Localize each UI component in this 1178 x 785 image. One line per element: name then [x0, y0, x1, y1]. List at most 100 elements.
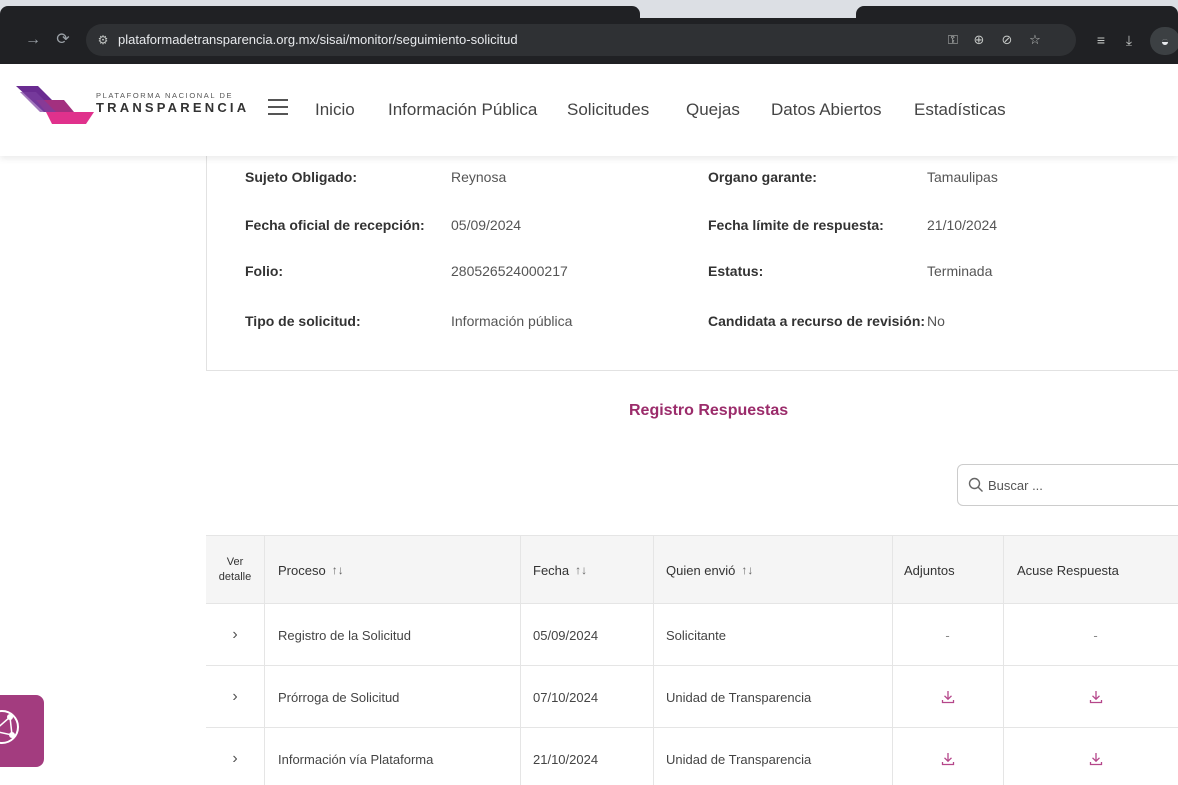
nav-estadisticas[interactable]: Estadísticas	[914, 100, 1006, 120]
header-adjuntos: Adjuntos	[904, 536, 1004, 604]
search-input[interactable]	[988, 473, 1168, 497]
browser-tab[interactable]	[0, 6, 640, 18]
nav-quejas[interactable]: Quejas	[686, 100, 740, 120]
download-icon[interactable]	[1089, 690, 1103, 704]
incognito-icon[interactable]: ◒	[1150, 27, 1178, 55]
chevron-right-icon[interactable]: ›	[206, 728, 264, 785]
reload-icon[interactable]: ⟳	[52, 29, 74, 51]
sujeto-obligado-label: Sujeto Obligado:	[245, 169, 357, 185]
fecha-recepcion-value: 05/09/2024	[451, 217, 522, 233]
column-divider	[892, 728, 893, 785]
password-key-icon[interactable]: ⚿	[944, 31, 962, 49]
cell-proceso: Prórroga de Solicitud	[278, 689, 400, 705]
header-fecha-label: Fecha	[533, 562, 570, 578]
cell-fecha: 07/10/2024	[533, 689, 599, 705]
cell-acuse	[1003, 728, 1178, 785]
sort-icon[interactable]: ↑↓	[741, 563, 753, 577]
estatus-value: Terminada	[927, 263, 993, 279]
cell-adjuntos: -	[945, 627, 950, 643]
header-quien-envio[interactable]: Quien envió ↑↓	[666, 536, 886, 604]
column-divider	[1003, 666, 1004, 728]
column-divider	[264, 536, 265, 604]
column-divider	[1003, 536, 1004, 604]
nav-datos-abiertos[interactable]: Datos Abiertos	[771, 100, 882, 120]
solicitud-details-card: Sujeto Obligado: Reynosa Organo garante:…	[206, 156, 1178, 371]
logo-subtitle: PLATAFORMA NACIONAL DE	[96, 91, 234, 100]
header-ver-detalle: Ver detalle	[206, 536, 264, 604]
cell-fecha: 05/09/2024	[533, 627, 599, 643]
hamburger-menu-icon[interactable]	[268, 99, 288, 115]
column-divider	[653, 536, 654, 604]
column-divider	[1003, 728, 1004, 785]
column-divider	[264, 666, 265, 728]
organo-garante-label: Organo garante:	[708, 169, 817, 185]
tipo-solicitud-value: Información pública	[451, 313, 573, 329]
column-divider	[520, 536, 521, 604]
browser-tab[interactable]	[856, 6, 1178, 18]
site-info-icon[interactable]: ⚙	[94, 31, 112, 49]
estatus-label: Estatus:	[708, 263, 764, 279]
forward-arrow-icon[interactable]: →	[22, 29, 44, 51]
cell-acuse	[1003, 666, 1178, 728]
sort-icon[interactable]: ↑↓	[332, 563, 344, 577]
header-ver-line1: Ver	[226, 556, 244, 568]
column-divider	[892, 604, 893, 666]
folio-value: 280526524000217	[451, 263, 568, 279]
registro-respuestas-title: Registro Respuestas	[629, 402, 789, 419]
header-fecha[interactable]: Fecha ↑↓	[533, 536, 653, 604]
cell-fecha: 21/10/2024	[533, 751, 599, 767]
candidata-recurso-label: Candidata a recurso de revisión:	[708, 313, 926, 329]
nav-solicitudes[interactable]: Solicitudes	[567, 100, 649, 120]
cell-proceso: Información vía Plataforma	[278, 751, 434, 767]
nav-inicio[interactable]: Inicio	[315, 100, 355, 120]
column-divider	[653, 728, 654, 785]
chevron-right-icon[interactable]: ›	[206, 666, 264, 728]
search-icon	[968, 477, 983, 492]
header-proceso-label: Proceso	[278, 562, 326, 578]
fecha-recepcion-label: Fecha oficial de recepción:	[245, 217, 425, 233]
cell-quien-envio: Solicitante	[666, 627, 726, 643]
sujeto-obligado-value: Reynosa	[451, 169, 507, 185]
chevron-right-icon[interactable]: ›	[206, 604, 264, 666]
cell-adjuntos	[892, 666, 1003, 728]
tipo-solicitud-label: Tipo de solicitud:	[245, 313, 361, 329]
download-icon[interactable]	[1089, 752, 1103, 766]
column-divider	[520, 728, 521, 785]
organo-garante-value: Tamaulipas	[927, 169, 998, 185]
download-icon[interactable]: ⤓	[1120, 31, 1138, 49]
column-divider	[520, 666, 521, 728]
cell-acuse: -	[1093, 627, 1098, 643]
browser-toolbar: → ⟳ ⚙ plataformadetransparencia.org.mx/s…	[0, 18, 1178, 64]
logo-mark-icon	[16, 86, 94, 124]
logo-title: TRANSPARENCIA	[96, 100, 250, 115]
zoom-icon[interactable]: ⊕	[970, 31, 988, 49]
fecha-limite-value: 21/10/2024	[927, 217, 998, 233]
site-logo[interactable]: PLATAFORMA NACIONAL DE TRANSPARENCIA	[16, 86, 246, 128]
column-divider	[892, 666, 893, 728]
table-row: › Información vía Plataforma 21/10/2024 …	[206, 727, 1178, 785]
accessibility-floating-button[interactable]	[0, 695, 44, 767]
folio-label: Folio:	[245, 263, 284, 279]
column-divider	[653, 666, 654, 728]
download-icon[interactable]	[941, 690, 955, 704]
star-icon[interactable]: ☆	[1026, 31, 1044, 49]
header-proceso[interactable]: Proceso ↑↓	[278, 536, 518, 604]
url-text[interactable]: plataformadetransparencia.org.mx/sisai/m…	[118, 32, 518, 47]
column-divider	[653, 604, 654, 666]
candidata-recurso-value: No	[927, 313, 945, 329]
nav-informacion-publica[interactable]: Información Pública	[388, 100, 537, 120]
column-divider	[1003, 604, 1004, 666]
column-divider	[892, 536, 893, 604]
sort-icon[interactable]: ↑↓	[575, 563, 587, 577]
eye-off-icon[interactable]: ⊘	[998, 31, 1016, 49]
download-icon[interactable]	[941, 752, 955, 766]
table-row: › Registro de la Solicitud 05/09/2024 So…	[206, 603, 1178, 666]
address-bar[interactable]: ⚙ plataformadetransparencia.org.mx/sisai…	[86, 24, 1076, 56]
header-ver-line2: detalle	[218, 571, 252, 583]
site-header: PLATAFORMA NACIONAL DE TRANSPARENCIA Ini…	[0, 64, 1178, 156]
search-box[interactable]	[957, 464, 1178, 506]
column-divider	[520, 604, 521, 666]
cell-proceso: Registro de la Solicitud	[278, 627, 411, 643]
browser-tab-strip	[0, 0, 1178, 18]
reading-list-icon[interactable]: ≡	[1092, 31, 1110, 49]
